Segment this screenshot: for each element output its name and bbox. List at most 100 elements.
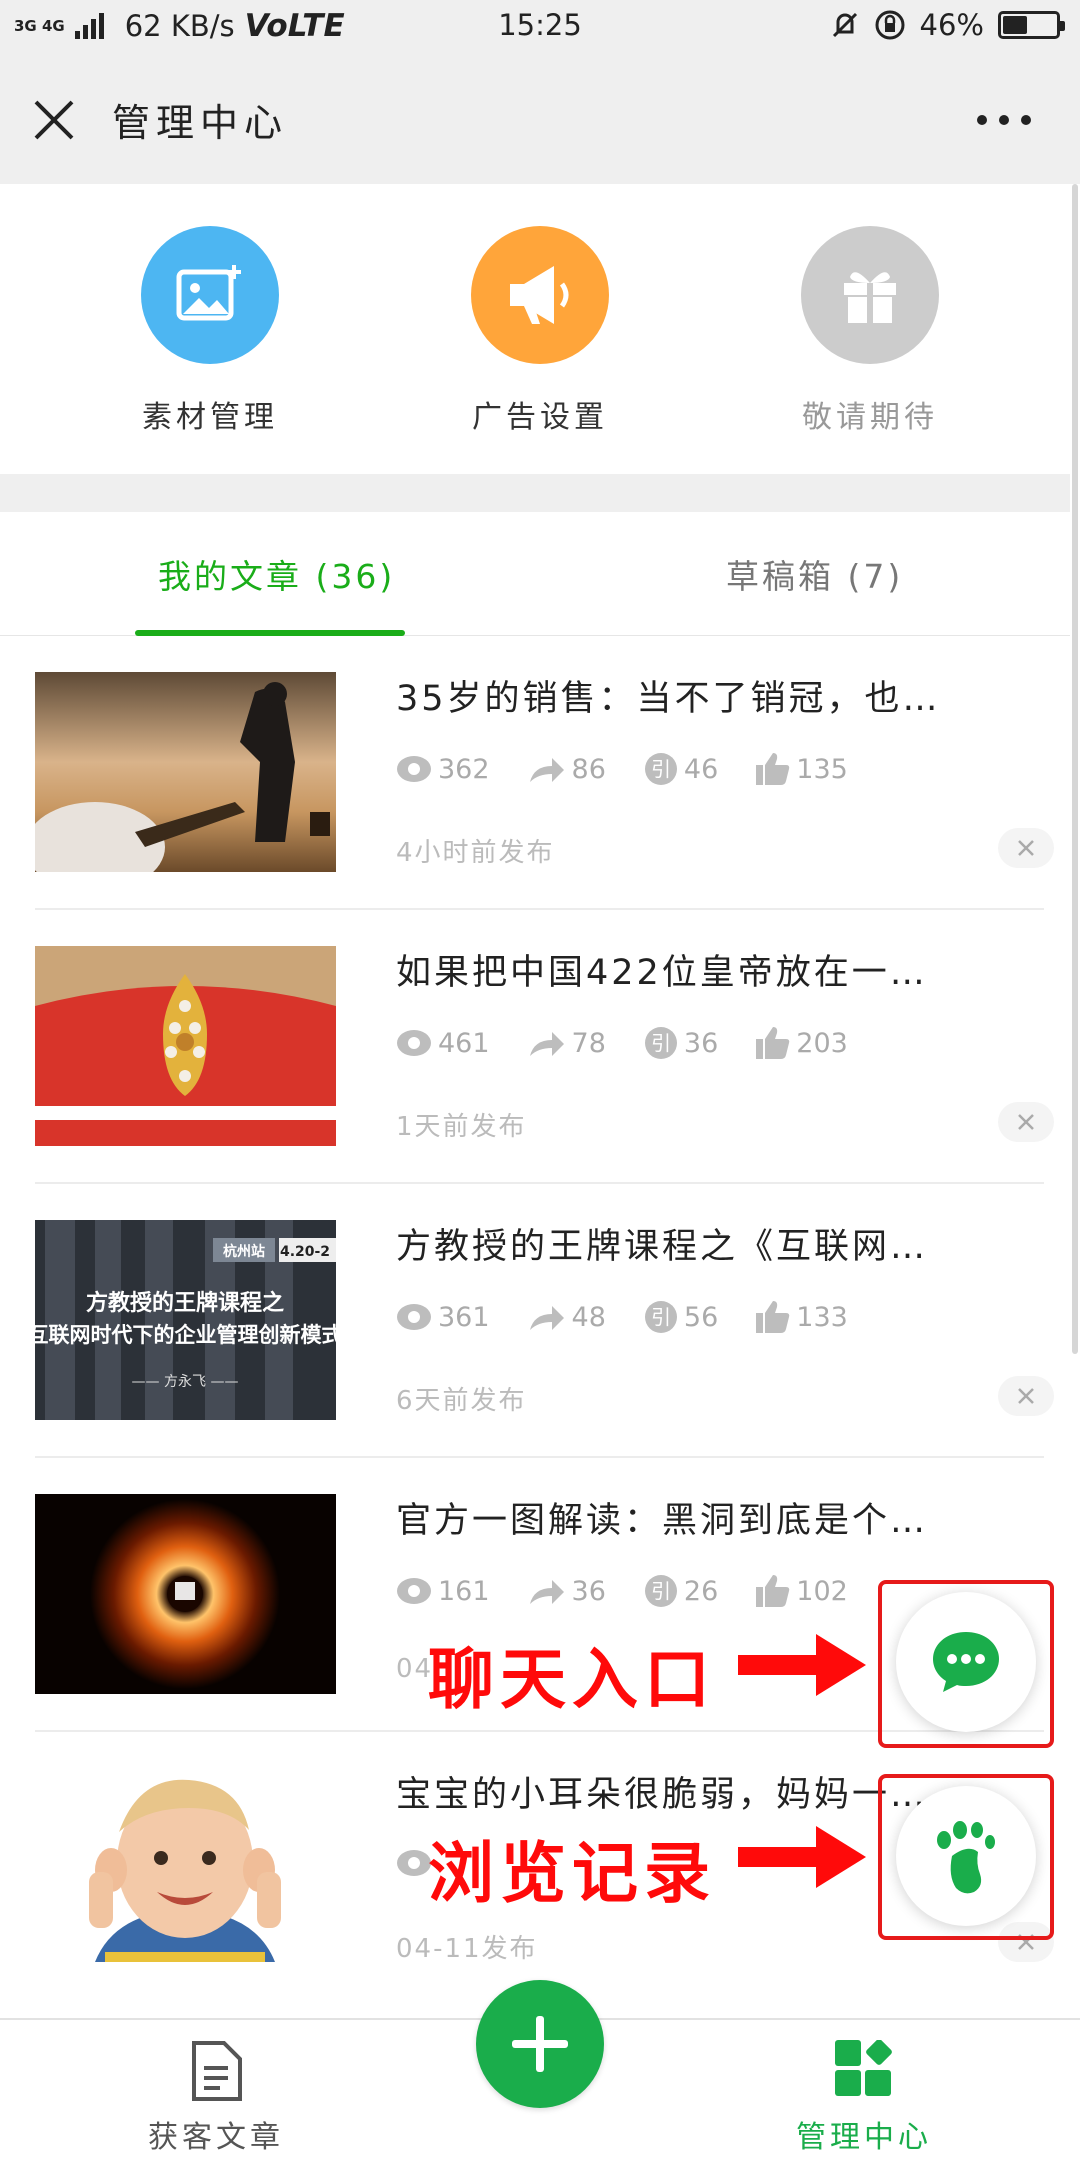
article-stats: 161 36 引 26 102 (396, 1574, 886, 1608)
tab-drafts[interactable]: 草稿箱 (7) (726, 550, 903, 598)
likes-count: 102 (796, 1575, 848, 1607)
likes-count: 133 (796, 1301, 848, 1333)
footprint-icon (937, 1821, 995, 1894)
article-thumbnail (35, 672, 336, 872)
status-bar: 3G 4G 62 KB/s VoLTE 15:25 46% (0, 0, 1080, 52)
shares-count: 86 (571, 753, 606, 785)
quote-icon-glyph: 引 (651, 1305, 671, 1329)
battery-level (1003, 16, 1027, 34)
article-stats: 361 48 引 56 133 (396, 1300, 886, 1334)
delete-article-button[interactable] (998, 1376, 1054, 1416)
views-count: 461 (438, 1027, 490, 1059)
more-icon[interactable] (974, 108, 1034, 132)
close-icon[interactable] (30, 96, 78, 144)
feature-material-management[interactable]: 素材管理 (90, 226, 330, 436)
megaphone-icon (471, 226, 609, 364)
share-icon (529, 1306, 564, 1330)
eye-icon (397, 1030, 431, 1056)
share-icon (529, 1580, 564, 1604)
views-count: 361 (438, 1301, 490, 1333)
share-icon (529, 758, 564, 782)
article-thumbnail: 杭州站 4.20-2 方教授的王牌课程之 互联网时代下的企业管理创新模式 —— … (35, 1220, 336, 1420)
likes-count: 135 (796, 753, 848, 785)
quotes-count: 46 (683, 753, 719, 785)
views-count: 362 (438, 753, 490, 785)
close-icon (1018, 840, 1034, 856)
browse-history-button[interactable] (896, 1786, 1036, 1926)
quote-icon-glyph: 引 (651, 1031, 671, 1055)
battery-icon (998, 11, 1065, 39)
section-divider (0, 474, 1070, 512)
gift-icon (801, 226, 939, 364)
eye-icon (397, 756, 431, 782)
status-right: 46% (830, 8, 1065, 42)
nav-label: 管理中心 (796, 2120, 932, 2155)
article-item[interactable]: 杭州站 4.20-2 方教授的王牌课程之 互联网时代下的企业管理创新模式 —— … (0, 1184, 1070, 1458)
thumb-line2: 互联网时代下的企业管理创新模式 (35, 1323, 336, 1347)
quotes-count: 36 (683, 1027, 719, 1059)
shares-stat: 86 (528, 754, 606, 785)
article-title: 官方一图解读：黑洞到底是个… (396, 1501, 929, 1541)
likes-stat: 203 (756, 1027, 848, 1059)
feature-label: 广告设置 (472, 400, 608, 435)
article-title: 方教授的王牌课程之《互联网… (396, 1227, 929, 1267)
thumbs-up-icon (756, 753, 790, 785)
add-article-button[interactable] (476, 1980, 604, 2108)
article-item[interactable]: 如果把中国422位皇帝放在一… 461 78 引 36 203 1天前发布 (0, 910, 1070, 1184)
delete-article-button[interactable] (998, 828, 1054, 868)
thumb-date: 4.20-2 (280, 1244, 330, 1260)
header-bar: 管理中心 (0, 52, 1080, 184)
chat-entry-annotation: 聊天入口 (428, 1641, 716, 1718)
feature-ad-settings[interactable]: 广告设置 (420, 226, 660, 436)
delete-article-button[interactable] (998, 1102, 1054, 1142)
quote-icon: 引 (644, 753, 677, 785)
views-stat: 161 (396, 1576, 490, 1607)
article-thumbnail (35, 1494, 336, 1694)
nav-lead-articles[interactable]: 获客文章 (116, 2040, 316, 2156)
scrollbar[interactable] (1072, 184, 1078, 1354)
rotation-lock-icon (875, 10, 905, 40)
document-icon (192, 2041, 242, 2101)
article-title: 如果把中国422位皇帝放在一… (396, 953, 928, 993)
thumbs-up-icon (756, 1027, 790, 1059)
likes-count: 203 (796, 1027, 848, 1059)
mute-icon (832, 12, 857, 38)
likes-stat: 135 (756, 753, 848, 785)
article-time: 6天前发布 (396, 1386, 527, 1416)
shares-count: 48 (571, 1301, 606, 1333)
arrow-right-icon (738, 1826, 866, 1888)
close-icon (1018, 1114, 1034, 1130)
chat-entry-button[interactable] (896, 1592, 1036, 1732)
article-time: 4小时前发布 (396, 838, 555, 868)
thumb-line1: 方教授的王牌课程之 (86, 1290, 284, 1316)
eye-icon (397, 1578, 431, 1604)
chat-bubble-icon (933, 1632, 999, 1692)
share-icon (529, 1032, 564, 1056)
shares-stat: 36 (528, 1576, 606, 1607)
views-count: 161 (438, 1575, 490, 1607)
battery-percent: 46% (919, 8, 984, 42)
feature-coming-soon: 敬请期待 (750, 226, 990, 436)
article-tabs: 我的文章 (36) 草稿箱 (7) (0, 512, 1070, 636)
quote-icon: 引 (644, 1027, 677, 1059)
feature-panel: 素材管理 广告设置 敬请期待 (0, 184, 1070, 474)
quotes-stat: 引 26 (644, 1574, 718, 1608)
quote-icon: 引 (644, 1301, 677, 1333)
quote-icon-glyph: 引 (651, 757, 671, 781)
quote-icon: 引 (644, 1575, 677, 1607)
likes-stat: 133 (756, 1301, 848, 1333)
article-thumbnail (35, 1762, 336, 1962)
tab-my-articles[interactable]: 我的文章 (36) (158, 550, 395, 598)
views-stat: 361 (396, 1302, 490, 1333)
shares-count: 78 (571, 1027, 606, 1059)
article-item[interactable]: 35岁的销售：当不了销冠，也… 362 86 引 46 135 4小时前发布 (0, 636, 1070, 910)
image-add-icon (141, 226, 279, 364)
nav-label: 获客文章 (148, 2120, 284, 2155)
grid-apps-icon (835, 2039, 892, 2096)
thumbs-up-icon (756, 1301, 790, 1333)
nav-management-center[interactable]: 管理中心 (764, 2039, 964, 2156)
views-stat: 362 (396, 754, 490, 785)
quotes-stat: 引 36 (644, 1026, 718, 1060)
quotes-count: 56 (683, 1301, 719, 1333)
arrow-right-icon (738, 1634, 866, 1696)
